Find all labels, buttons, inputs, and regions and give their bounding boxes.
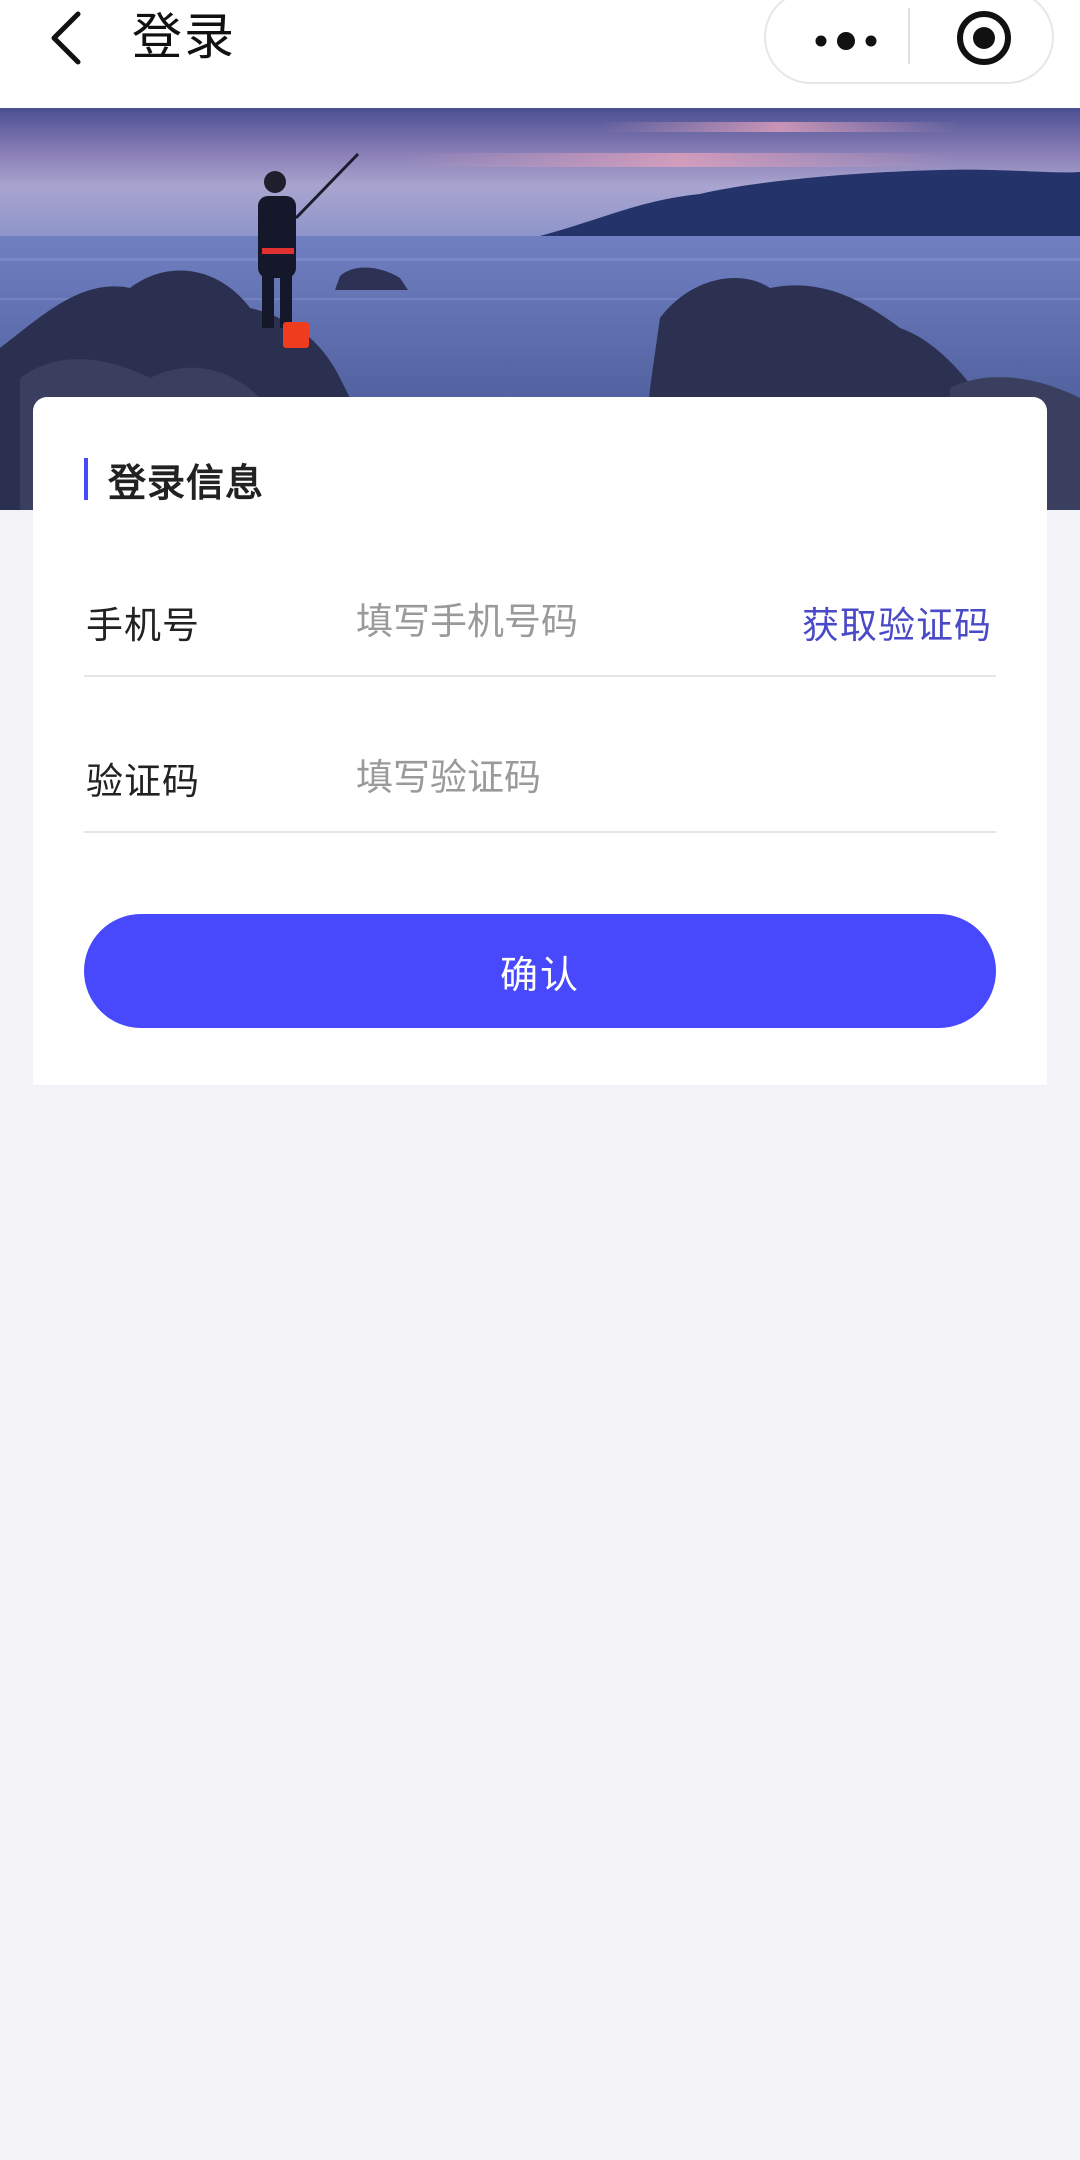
- more-dots-icon: [815, 32, 877, 50]
- capsule-divider: [908, 8, 910, 64]
- phone-input[interactable]: [356, 585, 776, 657]
- code-row: 验证码: [84, 723, 996, 833]
- back-button[interactable]: [40, 4, 100, 70]
- code-label: 验证码: [86, 760, 200, 803]
- exit-button[interactable]: [954, 8, 1014, 68]
- section-title: 登录信息: [108, 460, 265, 505]
- code-input[interactable]: [356, 741, 776, 813]
- section-accent-bar: [84, 458, 88, 500]
- more-button[interactable]: [806, 16, 886, 66]
- navigation-bar: 登录: [0, 0, 1080, 108]
- target-circle-icon: [957, 11, 1011, 65]
- section-header: 登录信息: [84, 457, 264, 505]
- get-code-button[interactable]: 获取验证码: [802, 595, 992, 649]
- confirm-button[interactable]: 确认: [84, 914, 996, 1028]
- phone-label: 手机号: [86, 604, 200, 647]
- page-title: 登录: [132, 8, 236, 66]
- login-card: 登录信息 手机号 获取验证码 验证码 确认: [33, 397, 1047, 1085]
- phone-row: 手机号 获取验证码: [84, 567, 996, 677]
- chevron-left-icon: [51, 11, 81, 65]
- mini-program-capsule: [764, 0, 1054, 84]
